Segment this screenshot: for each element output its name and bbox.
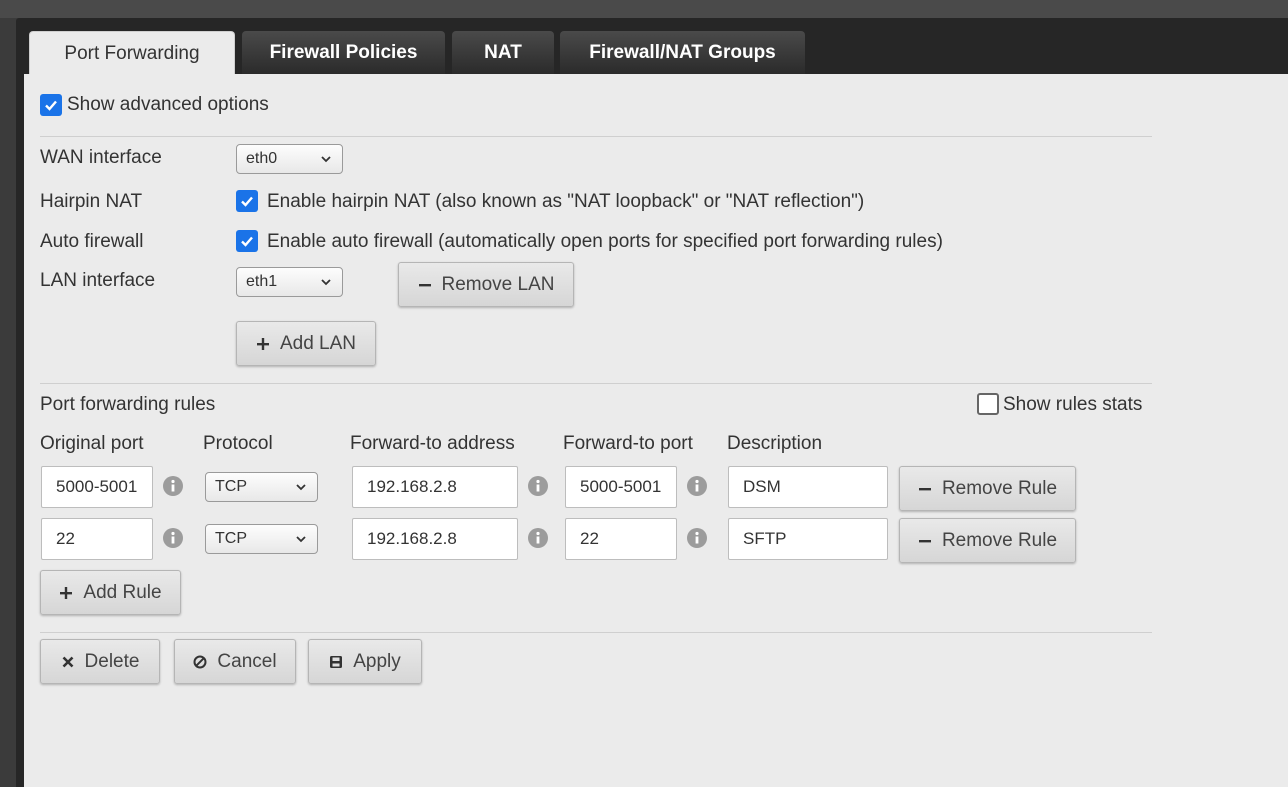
remove-rule-button[interactable]: Remove Rule <box>899 466 1076 511</box>
plus-icon <box>256 337 269 350</box>
protocol-select[interactable]: TCP <box>205 472 318 502</box>
auto-firewall-label: Auto firewall <box>40 231 144 252</box>
wan-interface-value: eth0 <box>246 150 278 167</box>
info-icon <box>528 476 548 496</box>
add-rule-label: Add Rule <box>83 581 162 603</box>
window-top-bar <box>0 0 1288 18</box>
hairpin-nat-option-label: Enable hairpin NAT (also known as "NAT l… <box>267 191 865 212</box>
info-icon <box>163 528 183 548</box>
protocol-select[interactable]: TCP <box>205 524 318 554</box>
checkmark-icon <box>241 196 253 207</box>
plus-icon <box>60 586 73 599</box>
description-input[interactable]: DSM <box>728 466 888 508</box>
cancel-label: Cancel <box>217 650 277 672</box>
remove-lan-button[interactable]: Remove LAN <box>398 262 574 307</box>
minus-icon <box>418 283 431 286</box>
minus-icon <box>918 487 931 490</box>
advanced-options-label: Show advanced options <box>67 94 269 115</box>
add-rule-button[interactable]: Add Rule <box>40 570 181 615</box>
divider <box>40 136 1152 137</box>
chevron-down-icon <box>321 156 331 163</box>
tab-port-forwarding[interactable]: Port Forwarding <box>29 31 235 75</box>
advanced-options-checkbox[interactable] <box>40 94 62 116</box>
apply-button[interactable]: Apply <box>308 639 422 684</box>
divider <box>40 632 1152 633</box>
checkmark-icon <box>45 100 57 111</box>
info-icon <box>528 528 548 548</box>
port-forwarding-rules-title: Port forwarding rules <box>40 394 216 415</box>
description-input[interactable]: SFTP <box>728 518 888 560</box>
lan-interface-label: LAN interface <box>40 270 156 291</box>
forward-to-address-input[interactable]: 192.168.2.8 <box>352 518 518 560</box>
tab-firewall-nat-groups[interactable]: Firewall/NAT Groups <box>560 31 805 75</box>
tab-nat[interactable]: NAT <box>452 31 554 75</box>
x-icon <box>62 656 73 667</box>
delete-label: Delete <box>84 650 140 672</box>
info-icon <box>163 476 183 496</box>
original-port-input[interactable]: 22 <box>41 518 153 560</box>
column-original-port: Original port <box>40 433 144 454</box>
wan-interface-select[interactable]: eth0 <box>236 144 343 174</box>
save-icon <box>330 655 343 668</box>
remove-rule-label: Remove Rule <box>941 529 1058 551</box>
info-icon <box>687 476 707 496</box>
ban-icon <box>193 655 207 668</box>
remove-rule-label: Remove Rule <box>941 477 1058 499</box>
add-lan-button[interactable]: Add LAN <box>236 321 376 366</box>
show-rules-stats-label: Show rules stats <box>1003 394 1143 415</box>
delete-button[interactable]: Delete <box>40 639 160 684</box>
lan-interface-select[interactable]: eth1 <box>236 267 343 297</box>
column-description: Description <box>727 433 823 454</box>
protocol-value: TCP <box>215 478 247 495</box>
forward-to-address-input[interactable]: 192.168.2.8 <box>352 466 518 508</box>
add-lan-label: Add LAN <box>279 332 357 354</box>
info-icon <box>687 528 707 548</box>
checkmark-icon <box>241 236 253 247</box>
tab-firewall-policies[interactable]: Firewall Policies <box>242 31 445 75</box>
lan-interface-value: eth1 <box>246 273 278 290</box>
column-forward-to-address: Forward-to address <box>350 433 515 454</box>
forward-to-port-input[interactable]: 22 <box>565 518 677 560</box>
wan-interface-label: WAN interface <box>40 147 162 168</box>
minus-icon <box>918 539 931 542</box>
apply-label: Apply <box>353 650 401 672</box>
chevron-down-icon <box>296 484 306 491</box>
column-protocol: Protocol <box>203 433 273 454</box>
remove-lan-label: Remove LAN <box>441 273 555 295</box>
divider <box>40 383 1152 384</box>
original-port-input[interactable]: 5000-5001 <box>41 466 153 508</box>
cancel-button[interactable]: Cancel <box>174 639 296 684</box>
column-forward-to-port: Forward-to port <box>563 433 693 454</box>
auto-firewall-checkbox[interactable] <box>236 230 258 252</box>
hairpin-nat-checkbox[interactable] <box>236 190 258 212</box>
forward-to-port-input[interactable]: 5000-5001 <box>565 466 677 508</box>
chevron-down-icon <box>296 536 306 543</box>
remove-rule-button[interactable]: Remove Rule <box>899 518 1076 563</box>
chevron-down-icon <box>321 279 331 286</box>
auto-firewall-option-label: Enable auto firewall (automatically open… <box>267 231 943 252</box>
hairpin-nat-label: Hairpin NAT <box>40 191 143 212</box>
show-rules-stats-checkbox[interactable] <box>977 393 999 415</box>
protocol-value: TCP <box>215 530 247 547</box>
